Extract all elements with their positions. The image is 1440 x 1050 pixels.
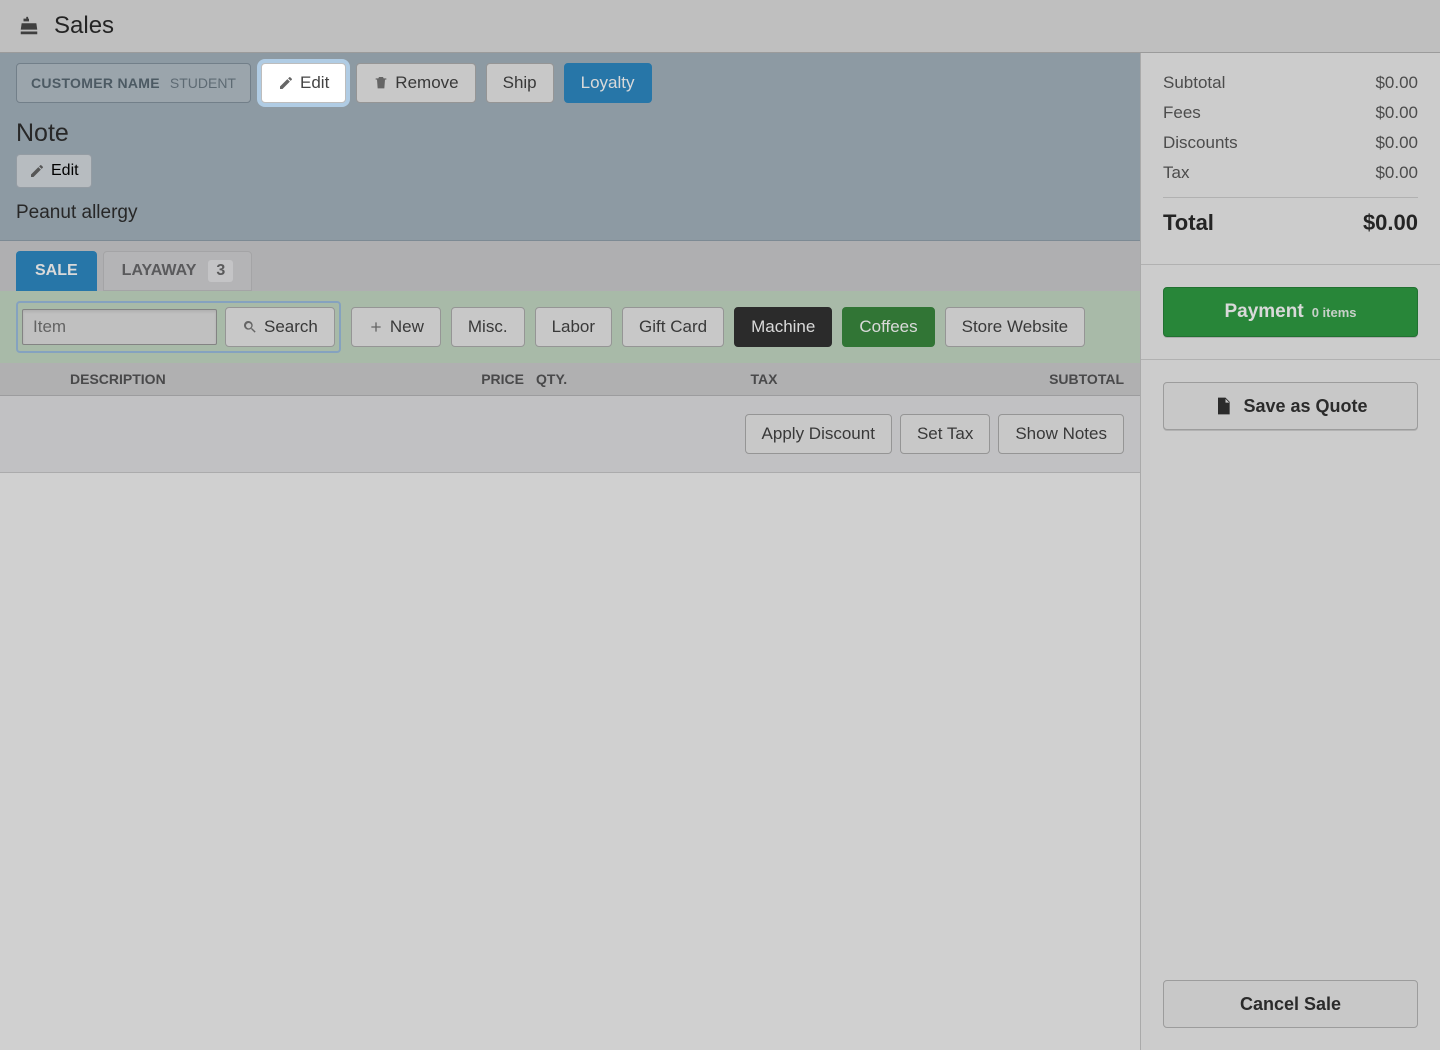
giftcard-button[interactable]: Gift Card xyxy=(622,307,724,347)
search-label: Search xyxy=(264,317,318,337)
customer-label: CUSTOMER NAME xyxy=(31,75,160,91)
remove-customer-label: Remove xyxy=(395,73,458,93)
machine-label: Machine xyxy=(751,317,815,337)
apply-discount-label: Apply Discount xyxy=(762,424,875,444)
tax-value: $0.00 xyxy=(1375,163,1418,183)
edit-customer-label: Edit xyxy=(300,73,329,93)
set-tax-label: Set Tax xyxy=(917,424,973,444)
tab-sale[interactable]: SALE xyxy=(16,251,97,291)
store-website-button[interactable]: Store Website xyxy=(945,307,1085,347)
edit-note-button[interactable]: Edit xyxy=(16,154,92,188)
table-header: DESCRIPTION PRICE QTY. TAX SUBTOTAL xyxy=(0,363,1140,396)
cancel-sale-label: Cancel Sale xyxy=(1240,994,1341,1015)
table-actions: Apply Discount Set Tax Show Notes xyxy=(0,396,1140,473)
coffees-label: Coffees xyxy=(859,317,917,337)
totals-block: Subtotal $0.00 Fees $0.00 Discounts $0.0… xyxy=(1141,53,1440,265)
search-button[interactable]: Search xyxy=(225,307,335,347)
discounts-label: Discounts xyxy=(1163,133,1238,153)
note-heading: Note xyxy=(16,119,1124,148)
save-quote-button[interactable]: Save as Quote xyxy=(1163,382,1418,430)
note-block: Note Edit Peanut allergy xyxy=(0,113,1140,241)
subtotal-value: $0.00 xyxy=(1375,73,1418,93)
col-qty: QTY. xyxy=(524,371,614,387)
row-total: Total $0.00 xyxy=(1163,197,1418,236)
save-quote-label: Save as Quote xyxy=(1243,396,1367,417)
row-subtotal: Subtotal $0.00 xyxy=(1163,73,1418,93)
loyalty-button[interactable]: Loyalty xyxy=(564,63,652,103)
cancel-sale-button[interactable]: Cancel Sale xyxy=(1163,980,1418,1028)
discounts-value: $0.00 xyxy=(1375,133,1418,153)
subtotal-label: Subtotal xyxy=(1163,73,1225,93)
tax-label: Tax xyxy=(1163,163,1189,183)
payment-block: Payment 0 items xyxy=(1141,265,1440,360)
show-notes-label: Show Notes xyxy=(1015,424,1107,444)
tab-sale-label: SALE xyxy=(35,262,78,280)
pencil-icon xyxy=(29,163,45,179)
set-tax-button[interactable]: Set Tax xyxy=(900,414,990,454)
col-price: PRICE xyxy=(394,371,524,387)
payment-button[interactable]: Payment 0 items xyxy=(1163,287,1418,337)
edit-customer-button[interactable]: Edit xyxy=(261,63,346,103)
tabs-row: SALE LAYAWAY 3 xyxy=(0,241,1140,291)
store-website-label: Store Website xyxy=(962,317,1068,337)
giftcard-label: Gift Card xyxy=(639,317,707,337)
search-icon xyxy=(242,319,258,335)
fees-label: Fees xyxy=(1163,103,1201,123)
apply-discount-button[interactable]: Apply Discount xyxy=(745,414,892,454)
total-value: $0.00 xyxy=(1363,210,1418,236)
col-subtotal: SUBTOTAL xyxy=(914,371,1124,387)
row-discounts: Discounts $0.00 xyxy=(1163,133,1418,153)
misc-button[interactable]: Misc. xyxy=(451,307,525,347)
total-label: Total xyxy=(1163,210,1214,236)
labor-label: Labor xyxy=(552,317,595,337)
document-icon xyxy=(1213,396,1233,416)
payment-label: Payment xyxy=(1224,301,1303,323)
cash-register-icon xyxy=(18,15,40,37)
coffees-button[interactable]: Coffees xyxy=(842,307,934,347)
item-search-group: Search xyxy=(16,301,341,353)
row-tax: Tax $0.00 xyxy=(1163,163,1418,183)
cancel-block: Cancel Sale xyxy=(1141,958,1440,1050)
layaway-count-badge: 3 xyxy=(208,260,233,282)
new-label: New xyxy=(390,317,424,337)
misc-label: Misc. xyxy=(468,317,508,337)
ship-button[interactable]: Ship xyxy=(486,63,554,103)
page-header: Sales xyxy=(0,0,1440,53)
machine-button[interactable]: Machine xyxy=(734,307,832,347)
customer-name: STUDENT xyxy=(170,75,236,91)
labor-button[interactable]: Labor xyxy=(535,307,612,347)
item-row: Search New Misc. Labor Gift Card Machine… xyxy=(0,291,1140,363)
trash-icon xyxy=(373,75,389,91)
sidebar-right: Subtotal $0.00 Fees $0.00 Discounts $0.0… xyxy=(1140,53,1440,1050)
col-description: DESCRIPTION xyxy=(16,371,394,387)
note-text: Peanut allergy xyxy=(16,202,1124,224)
pencil-icon xyxy=(278,75,294,91)
page-title: Sales xyxy=(54,12,114,40)
customer-bar: CUSTOMER NAME STUDENT Edit Remove Ship L… xyxy=(0,53,1140,113)
col-tax: TAX xyxy=(614,371,914,387)
remove-customer-button[interactable]: Remove xyxy=(356,63,475,103)
item-search-input[interactable] xyxy=(22,309,217,345)
ship-label: Ship xyxy=(503,73,537,93)
plus-icon xyxy=(368,319,384,335)
new-item-button[interactable]: New xyxy=(351,307,441,347)
row-fees: Fees $0.00 xyxy=(1163,103,1418,123)
quote-block: Save as Quote xyxy=(1141,360,1440,452)
edit-note-label: Edit xyxy=(51,162,79,180)
tab-layaway[interactable]: LAYAWAY 3 xyxy=(103,251,253,291)
show-notes-button[interactable]: Show Notes xyxy=(998,414,1124,454)
tab-layaway-label: LAYAWAY xyxy=(122,262,197,280)
customer-pill[interactable]: CUSTOMER NAME STUDENT xyxy=(16,63,251,103)
fees-value: $0.00 xyxy=(1375,103,1418,123)
payment-sub-label: 0 items xyxy=(1312,305,1357,320)
loyalty-label: Loyalty xyxy=(581,73,635,93)
